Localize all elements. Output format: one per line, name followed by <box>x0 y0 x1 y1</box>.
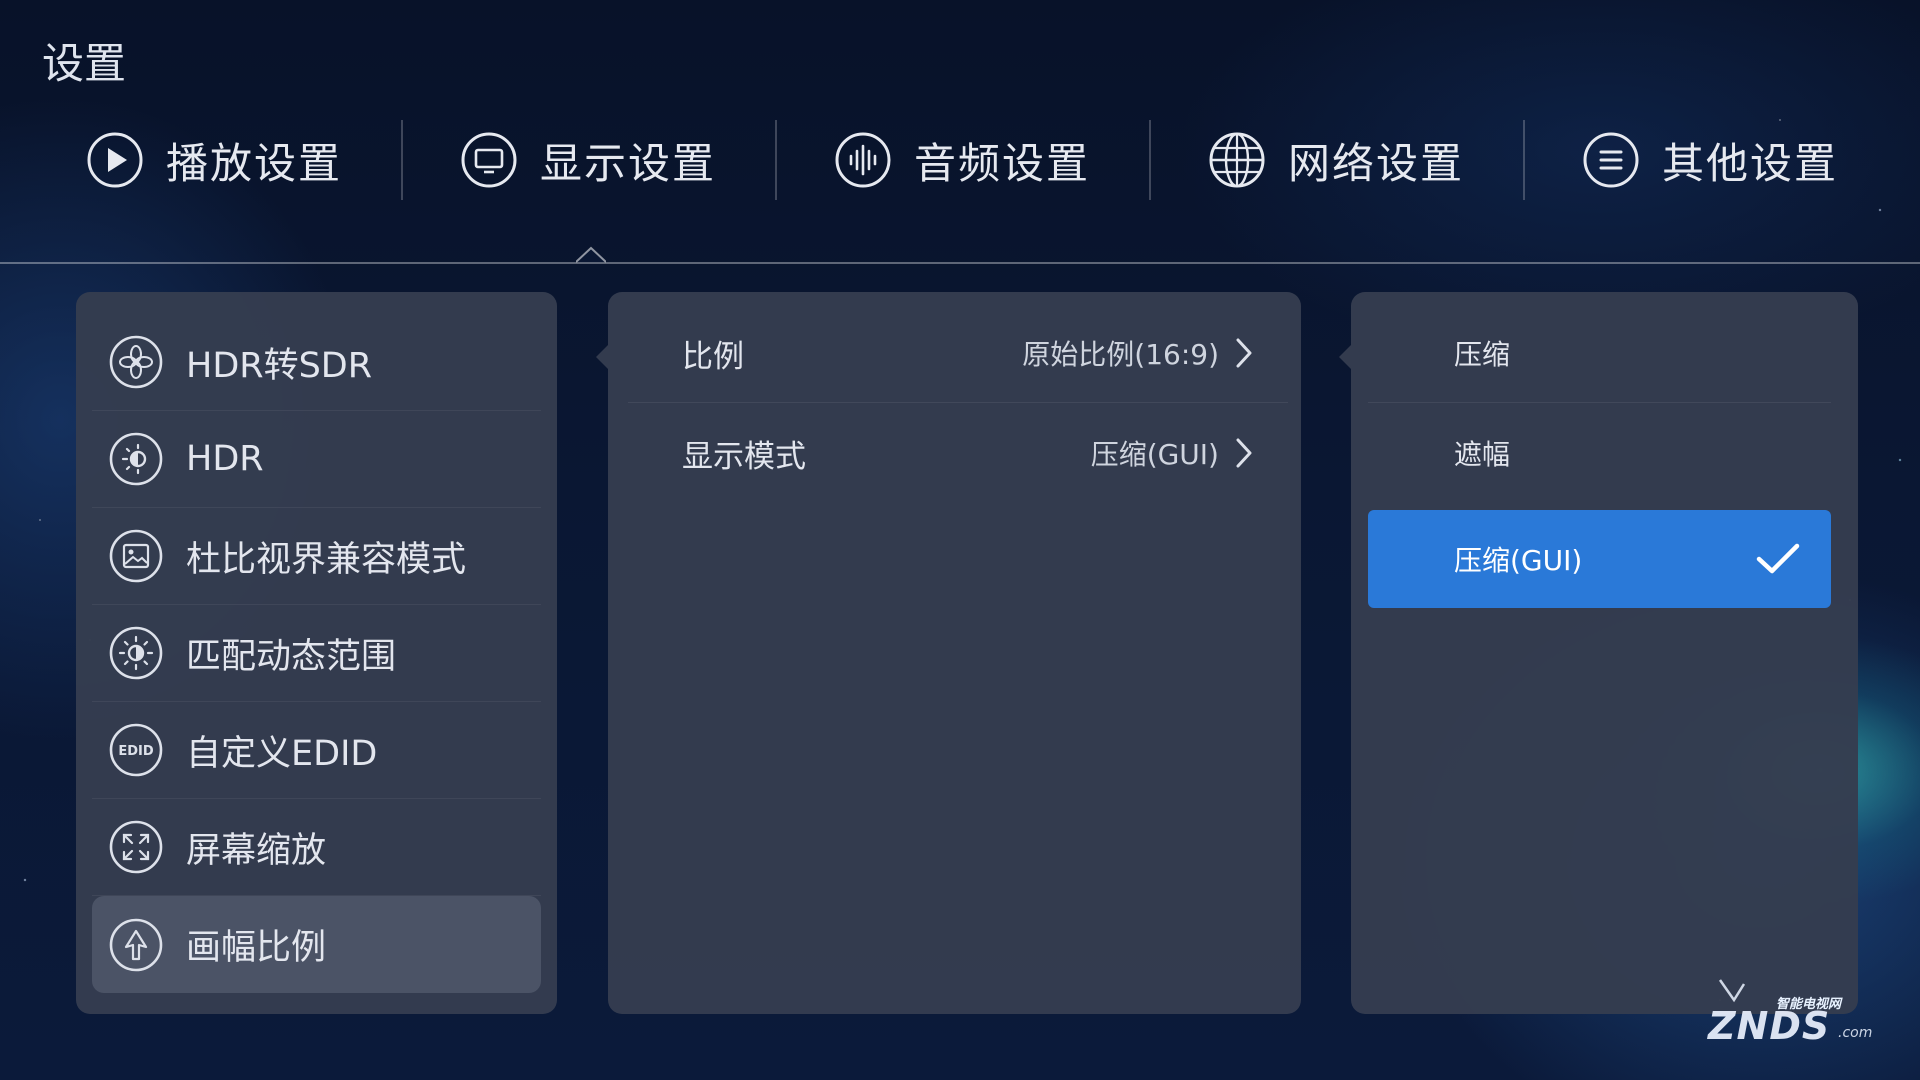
menu-item-hdr-to-sdr[interactable]: HDR转SDR <box>92 314 541 411</box>
tab-network-settings[interactable]: 网络设置 <box>1149 118 1523 202</box>
watermark-suffix: .com <box>1838 1025 1873 1041</box>
tab-audio-settings[interactable]: 音频设置 <box>775 118 1149 202</box>
tab-label: 显示设置 <box>539 138 716 188</box>
row-divider <box>1368 402 1831 403</box>
globe-icon <box>1209 132 1265 188</box>
option-compress-gui[interactable]: 压缩(GUI) <box>1368 510 1831 608</box>
tab-label: 网络设置 <box>1287 138 1464 188</box>
page-title: 设置 <box>42 39 127 88</box>
menu-item-label: 杜比视界兼容模式 <box>186 539 467 580</box>
option-label: 遮幅 <box>1454 438 1511 471</box>
znds-watermark: 智能电视网 ZNDS .com <box>1706 978 1876 1048</box>
menu-item-label: 画幅比例 <box>186 928 327 968</box>
row-divider <box>628 402 1288 403</box>
tab-other-settings[interactable]: 其他设置 <box>1523 118 1897 202</box>
settings-tabs: 播放设置 显示设置 音频设置 网络设置 其他设置 <box>0 118 1920 202</box>
hdr-sun-icon <box>109 432 163 486</box>
setting-row-display-mode[interactable]: 显示模式 压缩(GUI) <box>608 404 1301 502</box>
tab-label: 播放设置 <box>165 138 342 188</box>
svg-text:EDID: EDID <box>118 744 154 759</box>
option-label: 压缩(GUI) <box>1454 544 1583 577</box>
option-letterbox[interactable]: 遮幅 <box>1368 404 1831 502</box>
setting-row-ratio[interactable]: 比例 原始比例(16:9) <box>608 304 1301 402</box>
setting-label: 显示模式 <box>682 438 806 475</box>
menu-item-label: HDR <box>186 439 264 479</box>
option-label: 压缩 <box>1454 338 1511 371</box>
menu-item-screen-zoom[interactable]: 屏幕缩放 <box>92 799 541 896</box>
menu-item-custom-edid[interactable]: EDID 自定义EDID <box>92 702 541 799</box>
menu-item-label: 匹配动态范围 <box>186 636 397 677</box>
menu-item-aspect-ratio[interactable]: 画幅比例 <box>92 896 541 993</box>
setting-label: 比例 <box>682 338 744 375</box>
tab-divider <box>401 120 403 200</box>
checkmark-icon <box>1756 543 1800 574</box>
tab-playback-settings[interactable]: 播放设置 <box>27 118 401 202</box>
picture-icon <box>109 529 163 583</box>
watermark-logo: ZNDS <box>1708 1004 1831 1048</box>
brightness-icon <box>109 626 163 680</box>
menu-item-label: 自定义EDID <box>186 733 378 774</box>
panel-pointer <box>596 345 608 369</box>
monitor-icon <box>461 132 517 188</box>
audio-waveform-icon <box>835 132 891 188</box>
edid-icon: EDID <box>109 723 163 777</box>
chevron-right-icon <box>1236 338 1252 368</box>
display-mode-options-panel: 压缩 遮幅 压缩(GUI) <box>1339 292 1858 1014</box>
setting-value: 原始比例(16:9) <box>1022 338 1219 371</box>
expand-arrows-icon <box>109 820 163 874</box>
tab-divider <box>1523 120 1525 200</box>
menu-item-label: HDR转SDR <box>186 345 373 386</box>
chevron-right-icon <box>1236 438 1252 468</box>
tab-divider <box>775 120 777 200</box>
tab-divider <box>1149 120 1151 200</box>
menu-item-match-dynamic-range[interactable]: 匹配动态范围 <box>92 605 541 702</box>
menu-item-dolby-vision-compat[interactable]: 杜比视界兼容模式 <box>92 508 541 605</box>
tab-display-settings[interactable]: 显示设置 <box>401 118 775 202</box>
setting-value: 压缩(GUI) <box>1090 438 1219 471</box>
tab-underline-rule <box>0 262 1920 264</box>
tab-label: 音频设置 <box>913 138 1090 188</box>
tab-label: 其他设置 <box>1661 138 1838 188</box>
aperture-icon <box>109 335 163 389</box>
display-settings-menu: HDR转SDR HDR 杜比视界兼容模式 匹配动态范围 EDID 自定义EDID… <box>76 292 557 1014</box>
panel-pointer <box>1339 345 1351 369</box>
menu-item-label: 屏幕缩放 <box>186 830 327 871</box>
menu-item-hdr[interactable]: HDR <box>92 411 541 508</box>
play-circle-icon <box>87 132 143 188</box>
aspect-ratio-icon <box>109 918 163 971</box>
menu-lines-icon <box>1583 132 1639 188</box>
active-tab-pointer <box>576 246 606 263</box>
aspect-ratio-settings-panel: 比例 原始比例(16:9) 显示模式 压缩(GUI) <box>596 292 1301 1014</box>
option-compress[interactable]: 压缩 <box>1368 304 1831 402</box>
